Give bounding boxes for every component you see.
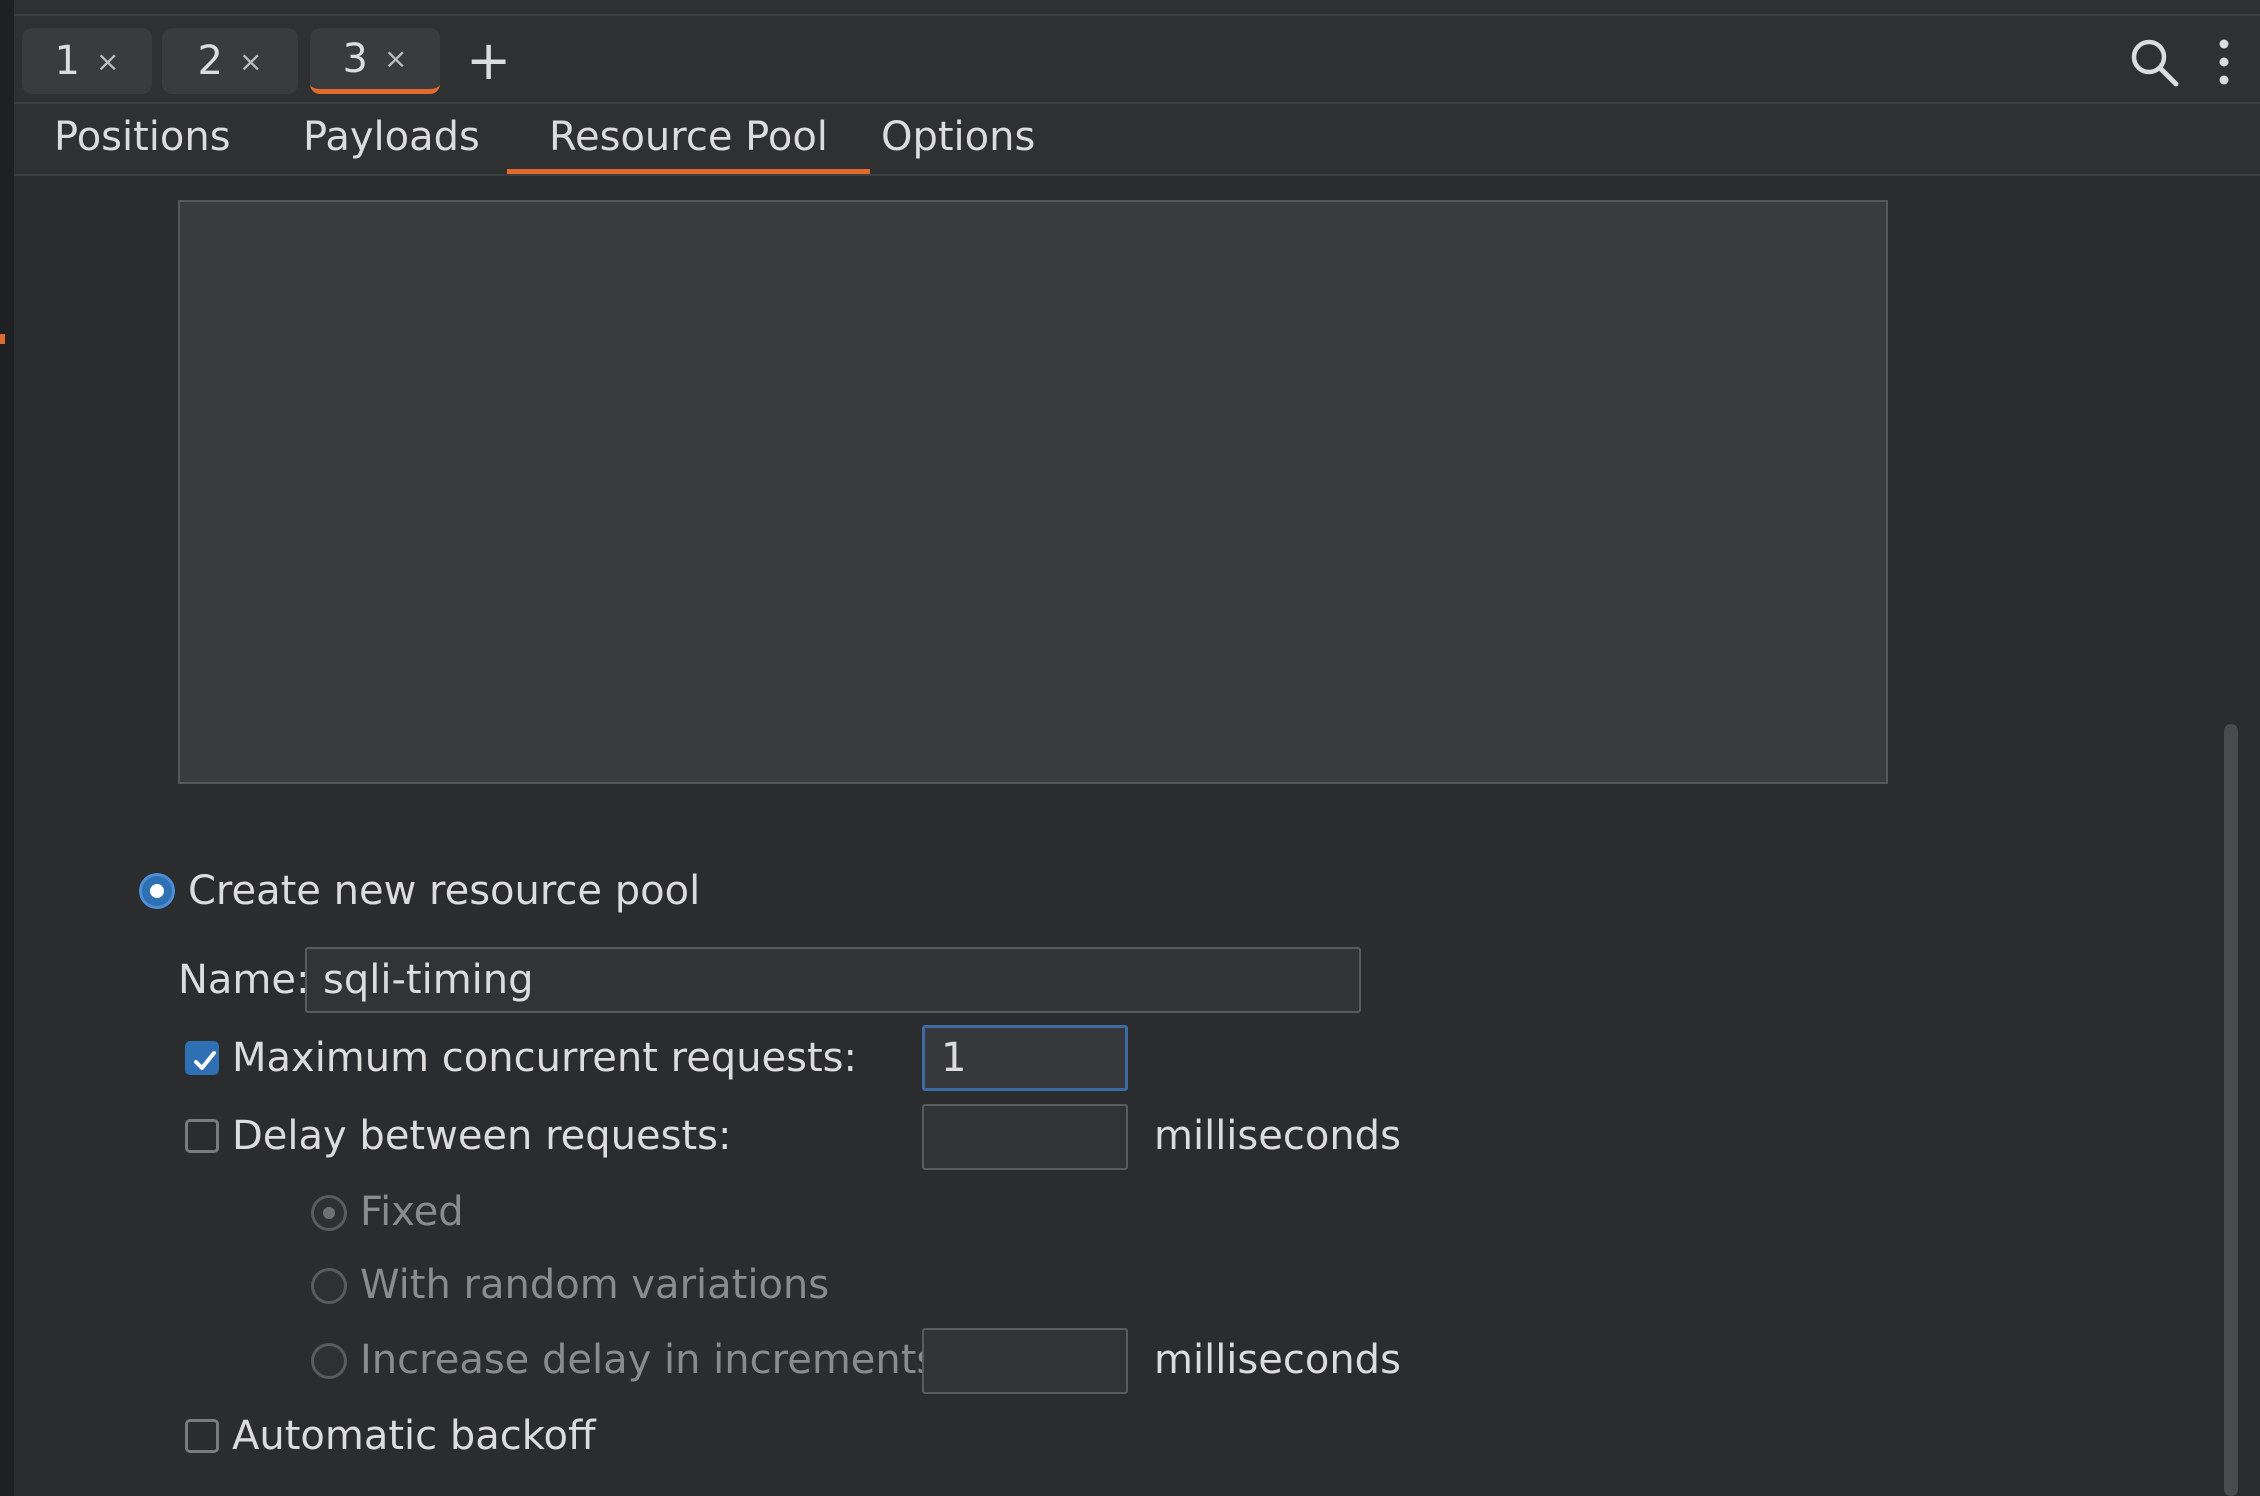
- max-concurrent-label: Maximum concurrent requests:: [232, 1035, 857, 1081]
- increase-delay-input[interactable]: [922, 1328, 1128, 1394]
- left-window-edge: [0, 0, 14, 1496]
- max-concurrent-input[interactable]: [922, 1025, 1128, 1091]
- add-tab-icon[interactable]: +: [466, 34, 511, 88]
- delay-checkbox[interactable]: [185, 1119, 219, 1153]
- checkmark-icon: [194, 1051, 216, 1070]
- search-icon[interactable]: [2128, 36, 2180, 88]
- close-icon[interactable]: ×: [239, 45, 262, 78]
- attack-tab-2[interactable]: 2 ×: [162, 28, 298, 94]
- automatic-backoff-checkbox[interactable]: [185, 1419, 219, 1453]
- fixed-delay-radio[interactable]: [311, 1195, 347, 1231]
- left-edge-marker: [0, 334, 5, 344]
- tab-resource-pool[interactable]: Resource Pool: [507, 104, 870, 174]
- top-window-strip: [14, 0, 2260, 16]
- attack-tab-3[interactable]: 3 ×: [310, 28, 440, 94]
- tab-label: 3: [342, 35, 368, 82]
- delay-label: Delay between requests:: [232, 1113, 732, 1159]
- random-delay-radio[interactable]: [311, 1268, 347, 1304]
- create-new-pool-radio[interactable]: [139, 873, 175, 909]
- scrollbar-thumb[interactable]: [2224, 724, 2238, 1496]
- intruder-subtab-bar: Positions Payloads Resource Pool Options: [14, 104, 2260, 176]
- tab-options[interactable]: Options: [881, 104, 1035, 174]
- max-concurrent-checkbox[interactable]: [185, 1041, 219, 1075]
- delay-input[interactable]: [922, 1104, 1128, 1170]
- delay-unit-label: milliseconds: [1154, 1113, 1401, 1159]
- name-label: Name:: [178, 957, 310, 1003]
- more-options-icon[interactable]: [2214, 36, 2234, 88]
- tab-positions[interactable]: Positions: [54, 104, 231, 174]
- attack-tab-bar: 1 × 2 × 3 × +: [14, 16, 2260, 104]
- tab-payloads[interactable]: Payloads: [303, 104, 480, 174]
- increase-delay-radio[interactable]: [311, 1343, 347, 1379]
- close-icon[interactable]: ×: [96, 45, 119, 78]
- random-delay-label: With random variations: [360, 1262, 830, 1308]
- resource-pool-list[interactable]: [178, 200, 1888, 784]
- attack-tab-1[interactable]: 1 ×: [22, 28, 152, 94]
- tab-label: 2: [197, 38, 223, 84]
- tab-label: 1: [54, 38, 80, 84]
- fixed-delay-label: Fixed: [360, 1189, 464, 1235]
- increase-delay-label: Increase delay in increments of: [360, 1337, 989, 1383]
- increase-unit-label: milliseconds: [1154, 1337, 1401, 1383]
- automatic-backoff-label: Automatic backoff: [232, 1413, 596, 1459]
- create-new-pool-label: Create new resource pool: [188, 868, 701, 914]
- pool-name-input[interactable]: [305, 947, 1361, 1013]
- close-icon[interactable]: ×: [384, 42, 407, 75]
